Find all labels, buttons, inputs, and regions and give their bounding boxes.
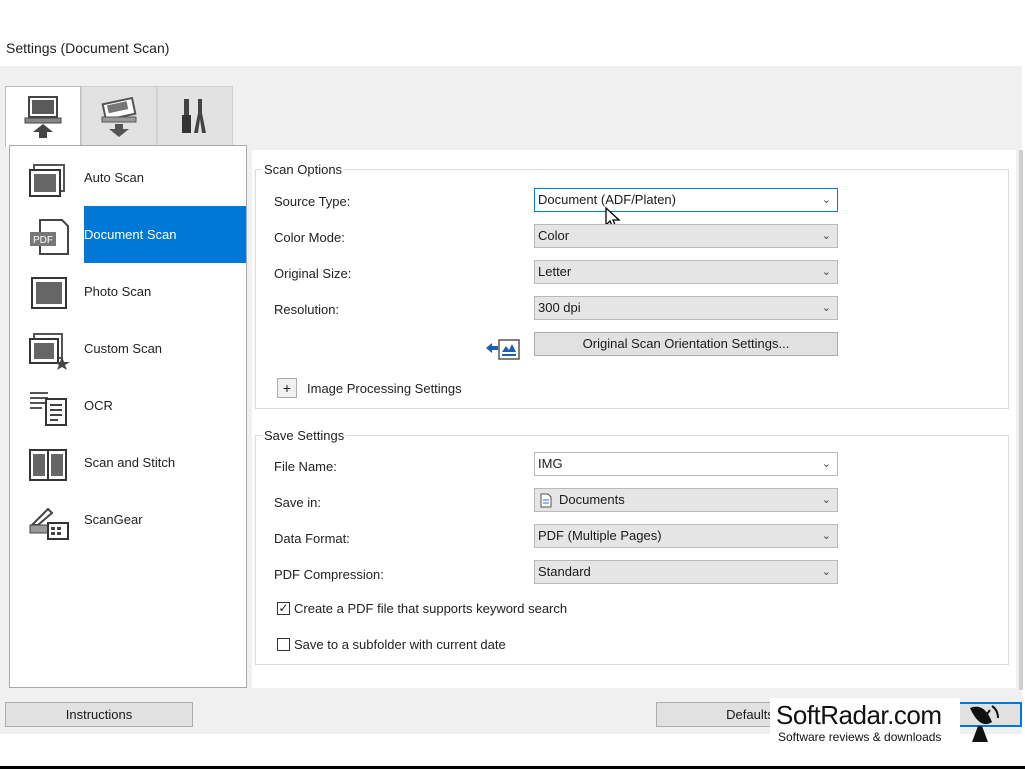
sidebar-item-photo-scan[interactable]: Photo Scan: [10, 263, 246, 320]
original-size-select[interactable]: Letter ⌄: [534, 260, 838, 284]
sidebar-item-label: ScanGear: [84, 512, 143, 527]
tab-general-settings[interactable]: [157, 86, 233, 145]
color-mode-label: Color Mode:: [274, 230, 345, 245]
sidebar-item-document-scan[interactable]: PDF Document Scan: [10, 206, 246, 263]
sidebar-item-scan-and-stitch[interactable]: Scan and Stitch: [10, 434, 246, 491]
scangear-icon: [29, 507, 69, 540]
image-processing-label[interactable]: Image Processing Settings: [307, 381, 462, 396]
original-size-label: Original Size:: [274, 266, 352, 281]
documents-folder-icon: [540, 493, 552, 508]
softradar-watermark: SoftRadar.com Software reviews & downloa…: [770, 698, 1025, 748]
resolution-value: 300 dpi: [538, 300, 581, 315]
svg-text:PDF: PDF: [33, 235, 53, 246]
subfolder-label[interactable]: Save to a subfolder with current date: [294, 637, 506, 652]
pdf-compression-label: PDF Compression:: [274, 567, 384, 582]
file-name-input[interactable]: IMG ⌄: [534, 452, 838, 476]
source-type-value: Document (ADF/Platen): [538, 192, 676, 207]
watermark-tagline: Software reviews & downloads: [778, 730, 942, 744]
scan-from-computer-icon: [24, 96, 62, 138]
settings-main-panel: Scan Options Source Type: Document (ADF/…: [252, 150, 1016, 688]
sidebar-item-label: Scan and Stitch: [84, 455, 176, 470]
window-title: Settings (Document Scan): [6, 40, 170, 56]
chevron-down-icon: ⌄: [821, 530, 831, 542]
scan-and-stitch-icon: [29, 449, 67, 481]
pdf-document-icon: PDF: [30, 219, 69, 255]
color-mode-value: Color: [538, 228, 570, 243]
chevron-down-icon: ⌄: [821, 230, 831, 242]
keyword-search-checkbox[interactable]: ✓: [277, 602, 290, 615]
chevron-down-icon: ⌄: [821, 302, 831, 314]
resolution-select[interactable]: 300 dpi ⌄: [534, 296, 838, 320]
tab-scan-from-computer[interactable]: [5, 86, 81, 147]
save-in-select[interactable]: Documents ⌄: [534, 488, 838, 512]
auto-scan-icon: [29, 164, 65, 197]
sidebar-item-label: Auto Scan: [84, 170, 144, 185]
data-format-value: PDF (Multiple Pages): [538, 528, 662, 543]
file-name-label: File Name:: [274, 459, 337, 474]
source-type-label: Source Type:: [274, 194, 351, 209]
keyword-search-label[interactable]: Create a PDF file that supports keyword …: [294, 601, 567, 616]
scan-mode-sidebar: Auto Scan PDF Document Scan Photo Scan C…: [9, 145, 247, 688]
sidebar-item-label: Custom Scan: [84, 341, 163, 356]
sidebar-item-custom-scan[interactable]: Custom Scan: [10, 320, 246, 377]
sidebar-item-label: Document Scan: [84, 206, 246, 263]
tab-scan-from-panel[interactable]: [81, 86, 157, 145]
sidebar-item-ocr[interactable]: OCR: [10, 377, 246, 434]
file-name-value: IMG: [538, 456, 563, 471]
instructions-button[interactable]: Instructions: [5, 702, 193, 727]
custom-scan-icon: [29, 333, 70, 370]
satellite-dish-icon: [970, 705, 999, 742]
sidebar-item-scangear[interactable]: ScanGear: [10, 491, 246, 548]
resolution-label: Resolution:: [274, 302, 340, 317]
title-bar: Settings (Document Scan): [0, 0, 1025, 66]
original-size-value: Letter: [538, 264, 572, 279]
data-format-select[interactable]: PDF (Multiple Pages) ⌄: [534, 524, 838, 548]
chevron-down-icon: ⌄: [821, 266, 831, 278]
watermark-brand: SoftRadar.com: [776, 700, 942, 730]
scan-orientation-icon: [486, 339, 520, 360]
pdf-compression-select[interactable]: Standard ⌄: [534, 560, 838, 584]
scan-options-title: Scan Options: [262, 162, 345, 177]
save-in-label: Save in:: [274, 495, 321, 510]
ocr-icon: [30, 392, 67, 426]
general-settings-tools-icon: [182, 99, 206, 133]
sidebar-item-label: Photo Scan: [84, 284, 152, 299]
data-format-label: Data Format:: [274, 531, 350, 546]
photo-scan-icon: [31, 277, 67, 309]
subfolder-checkbox[interactable]: [277, 638, 290, 651]
chevron-down-icon: ⌄: [821, 458, 831, 470]
save-settings-title: Save Settings: [262, 428, 347, 443]
expand-image-processing-button[interactable]: +: [277, 378, 297, 398]
sidebar-item-auto-scan[interactable]: Auto Scan: [10, 149, 246, 206]
color-mode-select[interactable]: Color ⌄: [534, 224, 838, 248]
orientation-settings-button[interactable]: Original Scan Orientation Settings...: [534, 332, 838, 356]
chevron-down-icon: ⌄: [821, 566, 831, 578]
pdf-compression-value: Standard: [538, 564, 591, 579]
chevron-down-icon: ⌄: [821, 494, 831, 506]
save-in-value: Documents: [559, 492, 625, 507]
chevron-down-icon: ⌄: [821, 194, 831, 206]
source-type-select[interactable]: Document (ADF/Platen) ⌄: [534, 188, 838, 212]
scan-from-panel-icon: [101, 96, 137, 137]
vertical-scrollbar[interactable]: [1019, 150, 1023, 690]
sidebar-item-label: OCR: [84, 398, 113, 413]
